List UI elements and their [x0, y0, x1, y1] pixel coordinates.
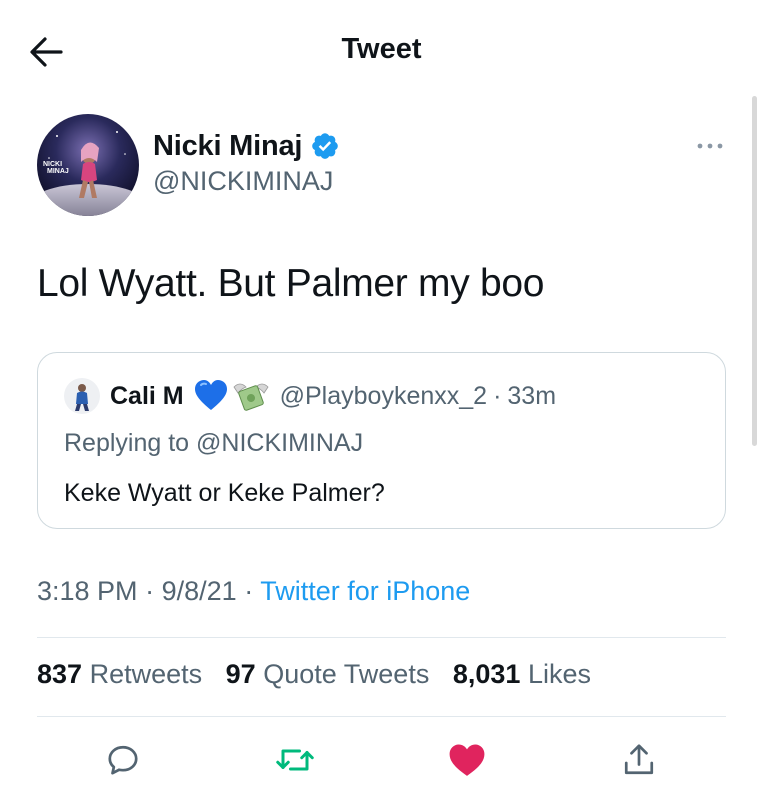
blue-heart-emoji-icon: [194, 380, 227, 410]
share-button[interactable]: [615, 736, 663, 784]
avatar-logo-text: NICKI: [43, 161, 62, 168]
reply-button[interactable]: [99, 736, 147, 784]
top-bar: Tweet: [0, 0, 763, 100]
retweets-count: 837: [37, 659, 83, 689]
money-with-wings-emoji-icon: [233, 383, 269, 411]
tweet-stats: 837 Retweets 97 Quote Tweets 8,031 Likes: [37, 659, 607, 690]
quote-tweets-stat[interactable]: 97 Quote Tweets: [226, 659, 430, 689]
replying-to-handle[interactable]: @NICKIMINAJ: [196, 429, 363, 457]
retweets-stat[interactable]: 837 Retweets: [37, 659, 202, 689]
meta-separator: ·: [145, 576, 155, 606]
tweet-meta: 3:18 PM · 9/8/21 · Twitter for iPhone: [37, 576, 470, 607]
retweets-label: Retweets: [89, 659, 203, 689]
more-options-button[interactable]: [694, 136, 726, 156]
quoted-timestamp[interactable]: 33m: [507, 382, 556, 411]
quoted-author-avatar[interactable]: [64, 378, 100, 414]
author-avatar[interactable]: NICKI MINAJ: [37, 114, 139, 216]
more-horizontal-icon: [697, 143, 723, 149]
retweet-button[interactable]: [271, 736, 319, 784]
author-name-row: Nicki Minaj: [153, 128, 340, 164]
replying-to-label: Replying to: [64, 429, 190, 457]
author-handle[interactable]: @NICKIMINAJ: [153, 166, 333, 197]
quoted-tweet[interactable]: Cali M @Playboykenxx_2 · 33m Replying to…: [37, 352, 726, 529]
tweet-source-link[interactable]: Twitter for iPhone: [260, 576, 470, 606]
replying-to-line: Replying to @NICKIMINAJ: [64, 429, 363, 458]
likes-stat[interactable]: 8,031 Likes: [453, 659, 591, 689]
likes-count: 8,031: [452, 659, 521, 689]
quoted-tweet-header: Cali M @Playboykenxx_2 · 33m: [64, 377, 556, 415]
tweet-date[interactable]: 9/8/21: [162, 576, 237, 606]
meta-separator: ·: [244, 576, 254, 606]
tweet-text: Lol Wyatt. But Palmer my boo: [37, 262, 545, 305]
verified-badge-icon: [312, 133, 339, 159]
reply-icon: [108, 745, 138, 775]
author-name[interactable]: Nicki Minaj: [153, 130, 302, 163]
divider: [37, 716, 726, 717]
quote-tweets-count: 97: [225, 659, 256, 689]
quoted-author-name[interactable]: Cali M: [110, 382, 184, 411]
svg-text:MINAJ: MINAJ: [47, 168, 69, 175]
scrollbar[interactable]: [752, 96, 757, 446]
share-icon: [624, 744, 654, 775]
quoted-separator: ·: [493, 381, 502, 410]
page-title: Tweet: [341, 33, 422, 65]
divider: [37, 637, 726, 638]
retweet-icon: [276, 749, 314, 771]
tweet-actions: [0, 736, 763, 786]
like-button[interactable]: [443, 736, 491, 784]
heart-icon: [449, 744, 485, 776]
likes-label: Likes: [527, 659, 591, 689]
quoted-author-handle[interactable]: @Playboykenxx_2: [280, 382, 487, 411]
quote-tweets-label: Quote Tweets: [263, 659, 430, 689]
tweet-time[interactable]: 3:18 PM: [37, 576, 138, 606]
quoted-tweet-text: Keke Wyatt or Keke Palmer?: [64, 479, 385, 507]
